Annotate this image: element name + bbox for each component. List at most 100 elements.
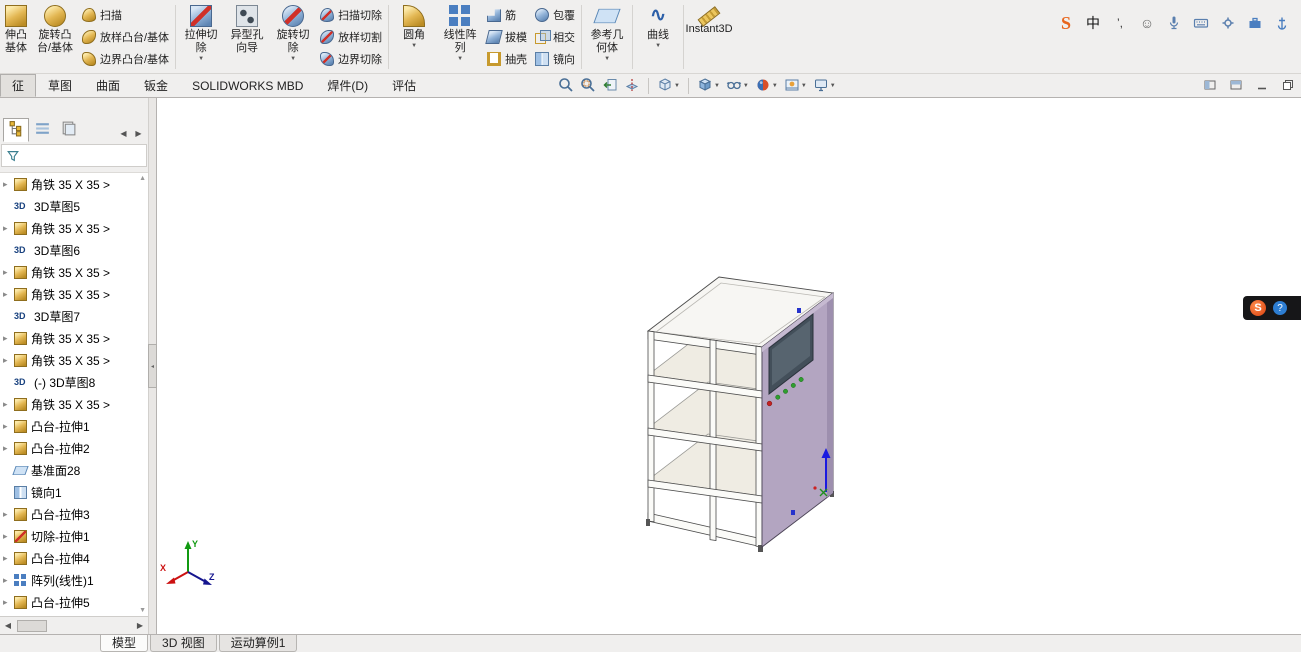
scroll-right-icon[interactable]: ▶ (132, 618, 148, 634)
expand-arrow-icon[interactable]: ▸ (3, 399, 14, 410)
tab-features[interactable]: 征 (0, 74, 37, 97)
lofted-boss-button[interactable]: 放样凸台/基体 (82, 26, 169, 48)
lofted-cut-button[interactable]: 放样切割 (320, 26, 382, 48)
solidworks-logo[interactable]: S (1250, 300, 1266, 316)
tree-item[interactable]: ▸ 凸台-拉伸3 (0, 503, 148, 525)
fillet-button[interactable]: 圆角 ▼ (391, 2, 437, 49)
ime-keyboard-icon[interactable] (1192, 14, 1210, 32)
shell-button[interactable]: 抽壳 (487, 48, 527, 70)
tab-evaluate[interactable]: 评估 (380, 74, 428, 97)
edit-appearance-button[interactable]: ▼ (752, 76, 781, 96)
rib-button[interactable]: 筋 (487, 4, 527, 26)
mirror-button[interactable]: 镜向 (535, 48, 575, 70)
tree-item[interactable]: ▸ 切除-拉伸1 (0, 525, 148, 547)
tile-horizontal-button[interactable] (1203, 78, 1217, 92)
apply-scene-button[interactable]: ▼ (781, 76, 810, 96)
minimize-button[interactable] (1255, 78, 1269, 92)
expand-arrow-icon[interactable]: ▸ (3, 597, 14, 608)
expand-arrow-icon[interactable]: ▸ (3, 443, 14, 454)
expand-arrow-icon[interactable]: ▸ (3, 509, 14, 520)
ime-settings-icon[interactable] (1219, 14, 1237, 32)
view-settings-button[interactable]: ▼ (810, 76, 839, 96)
tab-3d-views[interactable]: 3D 视图 (150, 635, 217, 652)
scrollbar-thumb[interactable] (17, 619, 47, 632)
tree-item[interactable]: ▸ 角铁 35 X 35 > (0, 283, 148, 305)
tab-sketch[interactable]: 草图 (36, 74, 84, 97)
boundary-boss-button[interactable]: 边界凸台/基体 (82, 48, 169, 70)
ime-punctuation-icon[interactable]: ’, (1111, 14, 1129, 32)
expand-arrow-icon[interactable]: ▸ (3, 333, 14, 344)
swept-boss-button[interactable]: 扫描 (82, 4, 169, 26)
panel-tab-scroll-right[interactable]: ▶ (131, 124, 146, 142)
zoom-to-area-button[interactable] (577, 76, 599, 96)
help-button[interactable]: ? (1273, 301, 1287, 315)
intersect-button[interactable]: 相交 (535, 26, 575, 48)
expand-arrow-icon[interactable]: ▸ (3, 179, 14, 190)
tree-item[interactable]: 3D 3D草图7 (0, 305, 148, 327)
tree-item[interactable]: ▸ 角铁 35 X 35 > (0, 261, 148, 283)
view-orientation-button[interactable]: ▼ (654, 76, 683, 96)
tab-model[interactable]: 模型 (100, 635, 149, 652)
scroll-left-icon[interactable]: ◀ (0, 618, 16, 634)
section-view-button[interactable] (621, 76, 643, 96)
expand-arrow-icon[interactable]: ▸ (3, 553, 14, 564)
revolved-boss-button[interactable]: 旋转凸 台/基体 (32, 2, 78, 55)
tree-item[interactable]: 基准面28 (0, 459, 148, 481)
expand-arrow-icon[interactable]: ▸ (3, 531, 14, 542)
expand-arrow-icon[interactable]: ▸ (3, 267, 14, 278)
tree-item[interactable]: 3D 3D草图5 (0, 195, 148, 217)
instant3d-button[interactable]: Instant3D (686, 2, 733, 36)
boundary-cut-button[interactable]: 边界切除 (320, 48, 382, 70)
hole-wizard-button[interactable]: 异型孔 向导 (224, 2, 270, 55)
extruded-boss-button[interactable]: 伸凸 基体 (0, 2, 32, 55)
linear-pattern-button[interactable]: 线性阵 列 ▼ (437, 2, 483, 62)
tree-item[interactable]: ▸ 凸台-拉伸4 (0, 547, 148, 569)
propertymanager-tab[interactable] (29, 118, 55, 142)
tree-item[interactable]: 镜向1 (0, 481, 148, 503)
reference-geometry-button[interactable]: 参考几 何体 ▼ (584, 2, 630, 62)
expand-arrow-icon[interactable]: ▸ (3, 223, 14, 234)
tree-item[interactable]: ▸ 凸台-拉伸1 (0, 415, 148, 437)
curves-button[interactable]: ∿ 曲线 ▼ (635, 2, 681, 49)
expand-arrow-icon[interactable]: ▸ (3, 355, 14, 366)
ime-mic-icon[interactable] (1165, 14, 1183, 32)
display-style-button[interactable]: ▼ (694, 76, 723, 96)
ime-emoji-icon[interactable]: ☺ (1138, 14, 1156, 32)
tray-pin-icon[interactable] (1273, 14, 1291, 32)
tree-item[interactable]: 3D 3D草图6 (0, 239, 148, 261)
wrap-button[interactable]: 包覆 (535, 4, 575, 26)
cabinet-model[interactable] (646, 276, 835, 552)
filter-input[interactable] (24, 149, 142, 162)
tree-item[interactable]: ▸ 角铁 35 X 35 > (0, 393, 148, 415)
tree-item[interactable]: ▸ 角铁 35 X 35 > (0, 349, 148, 371)
tab-sheet-metal[interactable]: 钣金 (132, 74, 180, 97)
tab-weldments[interactable]: 焊件(D) (315, 74, 380, 97)
draft-button[interactable]: 拔模 (485, 26, 527, 48)
revolved-cut-button[interactable]: 旋转切 除 ▼ (270, 2, 316, 62)
restore-button[interactable] (1281, 78, 1295, 92)
tree-scroll-down-icon[interactable]: ▼ (139, 607, 146, 614)
extruded-cut-button[interactable]: 拉伸切 除 ▼ (178, 2, 224, 62)
tree-item[interactable]: ▸ 角铁 35 X 35 > (0, 327, 148, 349)
solidworks-resources-flyout[interactable]: S ? (1243, 296, 1301, 320)
tab-surfaces[interactable]: 曲面 (84, 74, 132, 97)
graphics-viewport[interactable]: Y X Z (157, 98, 1301, 634)
tree-scroll-up-icon[interactable]: ▲ (139, 175, 146, 182)
ime-language-icon[interactable]: 中 (1084, 14, 1102, 32)
zoom-to-fit-button[interactable] (555, 76, 577, 96)
graphics-area[interactable]: Y X Z (157, 98, 1301, 634)
tree-item[interactable]: ▸ 凸台-拉伸5 (0, 591, 148, 613)
expand-arrow-icon[interactable]: ▸ (3, 421, 14, 432)
tab-solidworks-mbd[interactable]: SOLIDWORKS MBD (180, 74, 315, 97)
tab-motion-study-1[interactable]: 运动算例1 (218, 635, 298, 652)
solidworks-tray-icon[interactable]: S (1057, 13, 1075, 33)
swept-cut-button[interactable]: 扫描切除 (320, 4, 382, 26)
tray-briefcase-icon[interactable] (1246, 14, 1264, 32)
expand-arrow-icon[interactable]: ▸ (3, 289, 14, 300)
tree-item[interactable]: ▸ 角铁 35 X 35 > (0, 217, 148, 239)
tree-item[interactable]: 3D (-) 3D草图8 (0, 371, 148, 393)
panel-tab-scroll-left[interactable]: ◀ (116, 124, 131, 142)
tree-item[interactable]: ▸ 阵列(线性)1 (0, 569, 148, 591)
expand-arrow-icon[interactable]: ▸ (3, 575, 14, 586)
featuremanager-tab[interactable] (3, 118, 29, 142)
